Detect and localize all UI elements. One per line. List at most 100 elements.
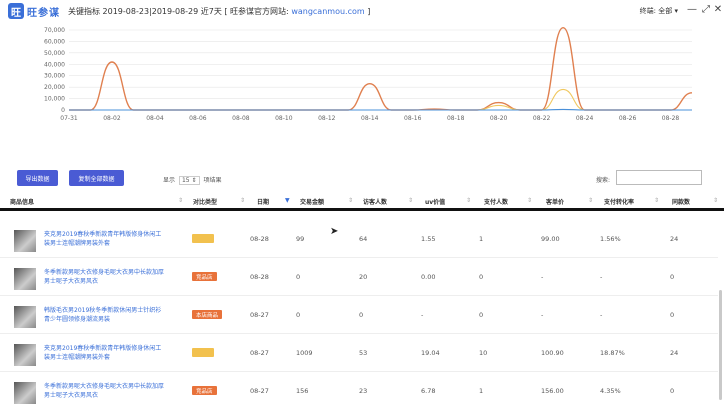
title-end: ]	[367, 6, 371, 16]
cell-avg-price: 100.90	[541, 349, 564, 357]
cell-visitors: 53	[359, 349, 368, 357]
close-icon[interactable]: ✕	[712, 4, 724, 15]
page-size-value: 15	[181, 177, 190, 184]
sort-icon[interactable]: ⇕	[408, 197, 413, 204]
cell-date: 08-28	[250, 235, 269, 243]
sort-icon[interactable]: ⇕	[654, 197, 659, 204]
x-tick-label: 08-06	[189, 115, 207, 122]
x-tick-label: 08-14	[361, 115, 379, 122]
compare-type-badge: 本店商品	[192, 310, 223, 319]
header-uv[interactable]: uv价值	[425, 197, 445, 206]
header-avg-price[interactable]: 客单价	[546, 197, 564, 206]
cell-conversion: 4.35%	[600, 387, 621, 395]
sort-icon[interactable]: ⇕	[588, 197, 593, 204]
header-date[interactable]: 日期	[257, 197, 269, 206]
cell-amount: 0	[296, 311, 301, 319]
cell-visitors: 23	[359, 387, 368, 395]
header-buyers[interactable]: 支付人数	[484, 197, 508, 206]
cell-conversion: -	[600, 273, 603, 281]
cell-buyers: 0	[479, 311, 484, 319]
product-thumbnail[interactable]	[14, 344, 36, 366]
sort-icon[interactable]: ⇕	[527, 197, 532, 204]
header-conversion[interactable]: 支付转化率	[604, 197, 634, 206]
terminal-selector[interactable]: 终端: 全部 ▾	[640, 6, 678, 16]
product-name-link[interactable]: 冬季新款男呢大衣修身毛呢大衣男中长款加厚男士呢子大衣男风衣	[44, 268, 164, 286]
cell-amount: 1009	[296, 349, 313, 357]
x-tick-label: 08-04	[146, 115, 164, 122]
sort-desc-icon[interactable]: ▼	[285, 197, 290, 204]
x-tick-label: 08-28	[662, 115, 680, 122]
y-tick-label: 20,000	[44, 84, 65, 91]
copy-all-button[interactable]: 复制全部数据	[69, 170, 124, 186]
product-name-link[interactable]: 夹克男2019春秋季新款青年韩版修身休闲工装男士连帽潮牌男装外套	[44, 344, 164, 362]
x-tick-label: 08-08	[232, 115, 250, 122]
title-text: 关键指标 2019-08-23|2019-08-29 近7天 [ 旺参谋官方网站…	[68, 6, 289, 16]
cell-visitors: 20	[359, 273, 368, 281]
y-tick-label: 0	[61, 107, 65, 114]
cell-same-style: 24	[670, 349, 679, 357]
header-amount[interactable]: 交易金额	[300, 197, 324, 206]
x-tick-label: 08-16	[404, 115, 422, 122]
table-header: 商品信息 ⇕ 对比类型 ⇕ 日期 ▼ 交易金额 ⇕ 访客人数 ⇕ uv价值 ⇕ …	[0, 193, 724, 211]
sort-icon[interactable]: ⇕	[178, 197, 183, 204]
y-tick-label: 70,000	[44, 27, 65, 34]
search-label: 搜索:	[596, 177, 611, 184]
product-thumbnail[interactable]	[14, 306, 36, 328]
table-row[interactable]: 夹克男2019春秋季新款青年韩版修身休闲工装男士连帽潮牌男装外套 08-27 100…	[0, 336, 718, 372]
header-visitors[interactable]: 访客人数	[363, 197, 387, 206]
x-tick-label: 08-26	[619, 115, 637, 122]
maximize-icon[interactable]: ⤢	[700, 4, 712, 15]
cell-uv: 1.55	[421, 235, 436, 243]
cell-uv: 6.78	[421, 387, 436, 395]
product-thumbnail[interactable]	[14, 230, 36, 252]
sort-icon[interactable]: ⇕	[466, 197, 471, 204]
product-thumbnail[interactable]	[14, 268, 36, 290]
table-row[interactable]: 冬季新款男呢大衣修身毛呢大衣男中长款加厚男士呢子大衣男风衣 竞品店 08-27 156…	[0, 374, 718, 405]
export-data-button[interactable]: 导出数据	[17, 170, 58, 186]
product-name-link[interactable]: 夹克男2019春秋季新款青年韩版修身休闲工装男士连帽潮牌男装外套	[44, 230, 164, 248]
sort-icon[interactable]: ⇕	[240, 197, 245, 204]
y-tick-label: 30,000	[44, 73, 65, 80]
product-name-link[interactable]: 冬季新款男呢大衣修身毛呢大衣男中长款加厚男士呢子大衣男风衣	[44, 382, 164, 400]
header-same-style[interactable]: 同款数	[672, 197, 690, 206]
cell-date: 08-27	[250, 387, 269, 395]
terminal-label: 终端: 全部	[639, 7, 673, 15]
product-name-link[interactable]: 韩版毛衣男2019秋冬季新款休闲男士针织衫青少年圆领修身潮流男装	[44, 306, 164, 324]
table-row[interactable]: 冬季新款男呢大衣修身毛呢大衣男中长款加厚男士呢子大衣男风衣 竞品店 08-28 0 20…	[0, 260, 718, 296]
stepper-icon: ⇕	[191, 177, 197, 184]
table-row[interactable]: 韩版毛衣男2019秋冬季新款休闲男士针织衫青少年圆领修身潮流男装 本店商品 08-2…	[0, 298, 718, 334]
page-size-select[interactable]: 15 ⇕	[178, 176, 200, 185]
x-tick-label: 08-12	[318, 115, 336, 122]
product-thumbnail[interactable]	[14, 382, 36, 404]
show-label: 显示	[163, 177, 176, 184]
minimize-icon[interactable]: —	[686, 4, 698, 15]
x-tick-label: 08-18	[447, 115, 465, 122]
cell-conversion: -	[600, 311, 603, 319]
cell-visitors: 64	[359, 235, 368, 243]
search-input[interactable]	[616, 170, 702, 185]
compare-type-badge: 竞品店	[192, 386, 217, 395]
title-bar: 旺 旺参谋 关键指标 2019-08-23|2019-08-29 近7天 [ 旺…	[0, 0, 724, 22]
cell-same-style: 24	[670, 235, 679, 243]
sort-icon[interactable]: ⇕	[348, 197, 353, 204]
official-site-link[interactable]: wangcanmou.com	[291, 7, 364, 16]
y-tick-label: 40,000	[44, 61, 65, 68]
cell-buyers: 0	[479, 273, 484, 281]
scrollbar[interactable]	[719, 290, 722, 400]
cell-uv: 19.04	[421, 349, 440, 357]
table-toolbar: 导出数据 复制全部数据 显示 15 ⇕ 项结果 搜索:	[0, 170, 724, 190]
table-row[interactable]: 夹克男2019春秋季新款青年韩版修身休闲工装男士连帽潮牌男装外套 08-28 99 6…	[0, 222, 718, 258]
x-tick-label: 07-31	[60, 115, 78, 122]
header-compare-type[interactable]: 对比类型	[193, 197, 217, 206]
cell-buyers: 10	[479, 349, 488, 357]
window-title: 关键指标 2019-08-23|2019-08-29 近7天 [ 旺参谋官方网站…	[68, 6, 370, 17]
x-tick-label: 08-22	[533, 115, 551, 122]
sort-icon[interactable]: ⇕	[713, 197, 718, 204]
logo-icon: 旺	[8, 3, 24, 19]
page-size-control: 显示 15 ⇕ 项结果	[163, 175, 221, 185]
x-tick-label: 08-02	[103, 115, 121, 122]
cell-avg-price: 156.00	[541, 387, 564, 395]
header-product[interactable]: 商品信息	[10, 197, 34, 206]
x-tick-label: 08-24	[576, 115, 594, 122]
cell-amount: 0	[296, 273, 301, 281]
